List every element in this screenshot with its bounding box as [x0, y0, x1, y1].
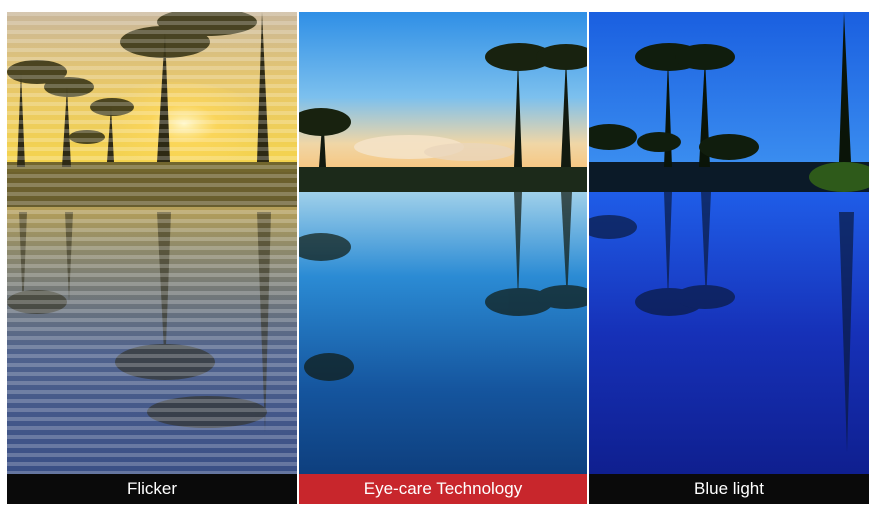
- flicker-photo: [7, 12, 297, 474]
- blue-light-photo: [589, 12, 869, 474]
- blue-light-label: Blue light: [589, 474, 869, 504]
- eye-care-technology-label: Eye-care Technology: [299, 474, 587, 504]
- flicker-label: Flicker: [7, 474, 297, 504]
- eye-care-photo: [299, 12, 587, 474]
